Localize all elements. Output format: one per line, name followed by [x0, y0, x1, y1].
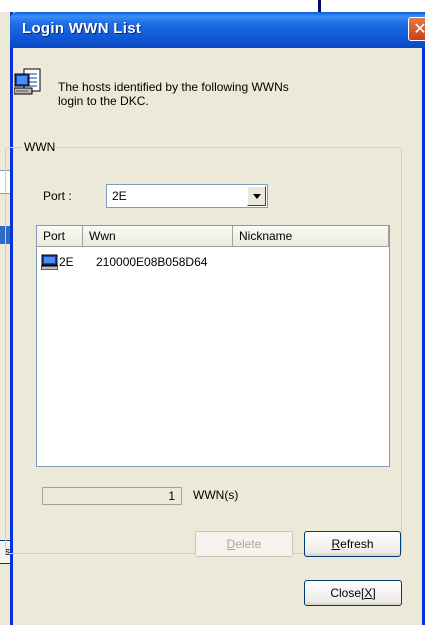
port-select-value: 2E [112, 189, 127, 203]
chevron-down-icon[interactable] [247, 186, 266, 206]
title-bar[interactable]: Login WWN List ✕ [10, 12, 425, 48]
wwn-count-label: WWN(s) [193, 488, 239, 502]
wwn-group-legend: WWN [22, 140, 58, 154]
port-label: Port : [43, 189, 72, 203]
column-header-wwn[interactable]: Wwn [83, 226, 233, 246]
dialog-title: Login WWN List [22, 20, 142, 37]
background-strip [0, 0, 425, 12]
info-message-line1: The hosts identified by the following WW… [58, 80, 289, 94]
column-header-nickname[interactable]: Nickname [233, 226, 389, 246]
refresh-button[interactable]: Refresh [304, 531, 401, 557]
computer-monitor-icon [41, 254, 58, 270]
info-message-line2: login to the DKC. [58, 94, 149, 108]
wwn-list-view[interactable]: Port Wwn Nickname 2E 210000E08B058D64 [36, 225, 390, 467]
info-message: The hosts identified by the following WW… [58, 80, 378, 108]
close-icon[interactable]: ✕ [408, 17, 425, 41]
computer-document-icon [14, 68, 41, 95]
delete-button[interactable]: Delete [195, 531, 293, 557]
port-select[interactable]: 2E [106, 184, 268, 208]
wwn-count-value: 1 [42, 487, 182, 505]
background-divider [318, 0, 321, 12]
list-item[interactable]: 2E 210000E08B058D64 [41, 253, 385, 271]
column-header-port[interactable]: Port [37, 226, 83, 246]
row-port: 2E [59, 255, 74, 269]
list-header: Port Wwn Nickname [37, 226, 389, 247]
row-wwn: 210000E08B058D64 [96, 255, 208, 269]
close-button[interactable]: Close[X] [304, 580, 402, 606]
